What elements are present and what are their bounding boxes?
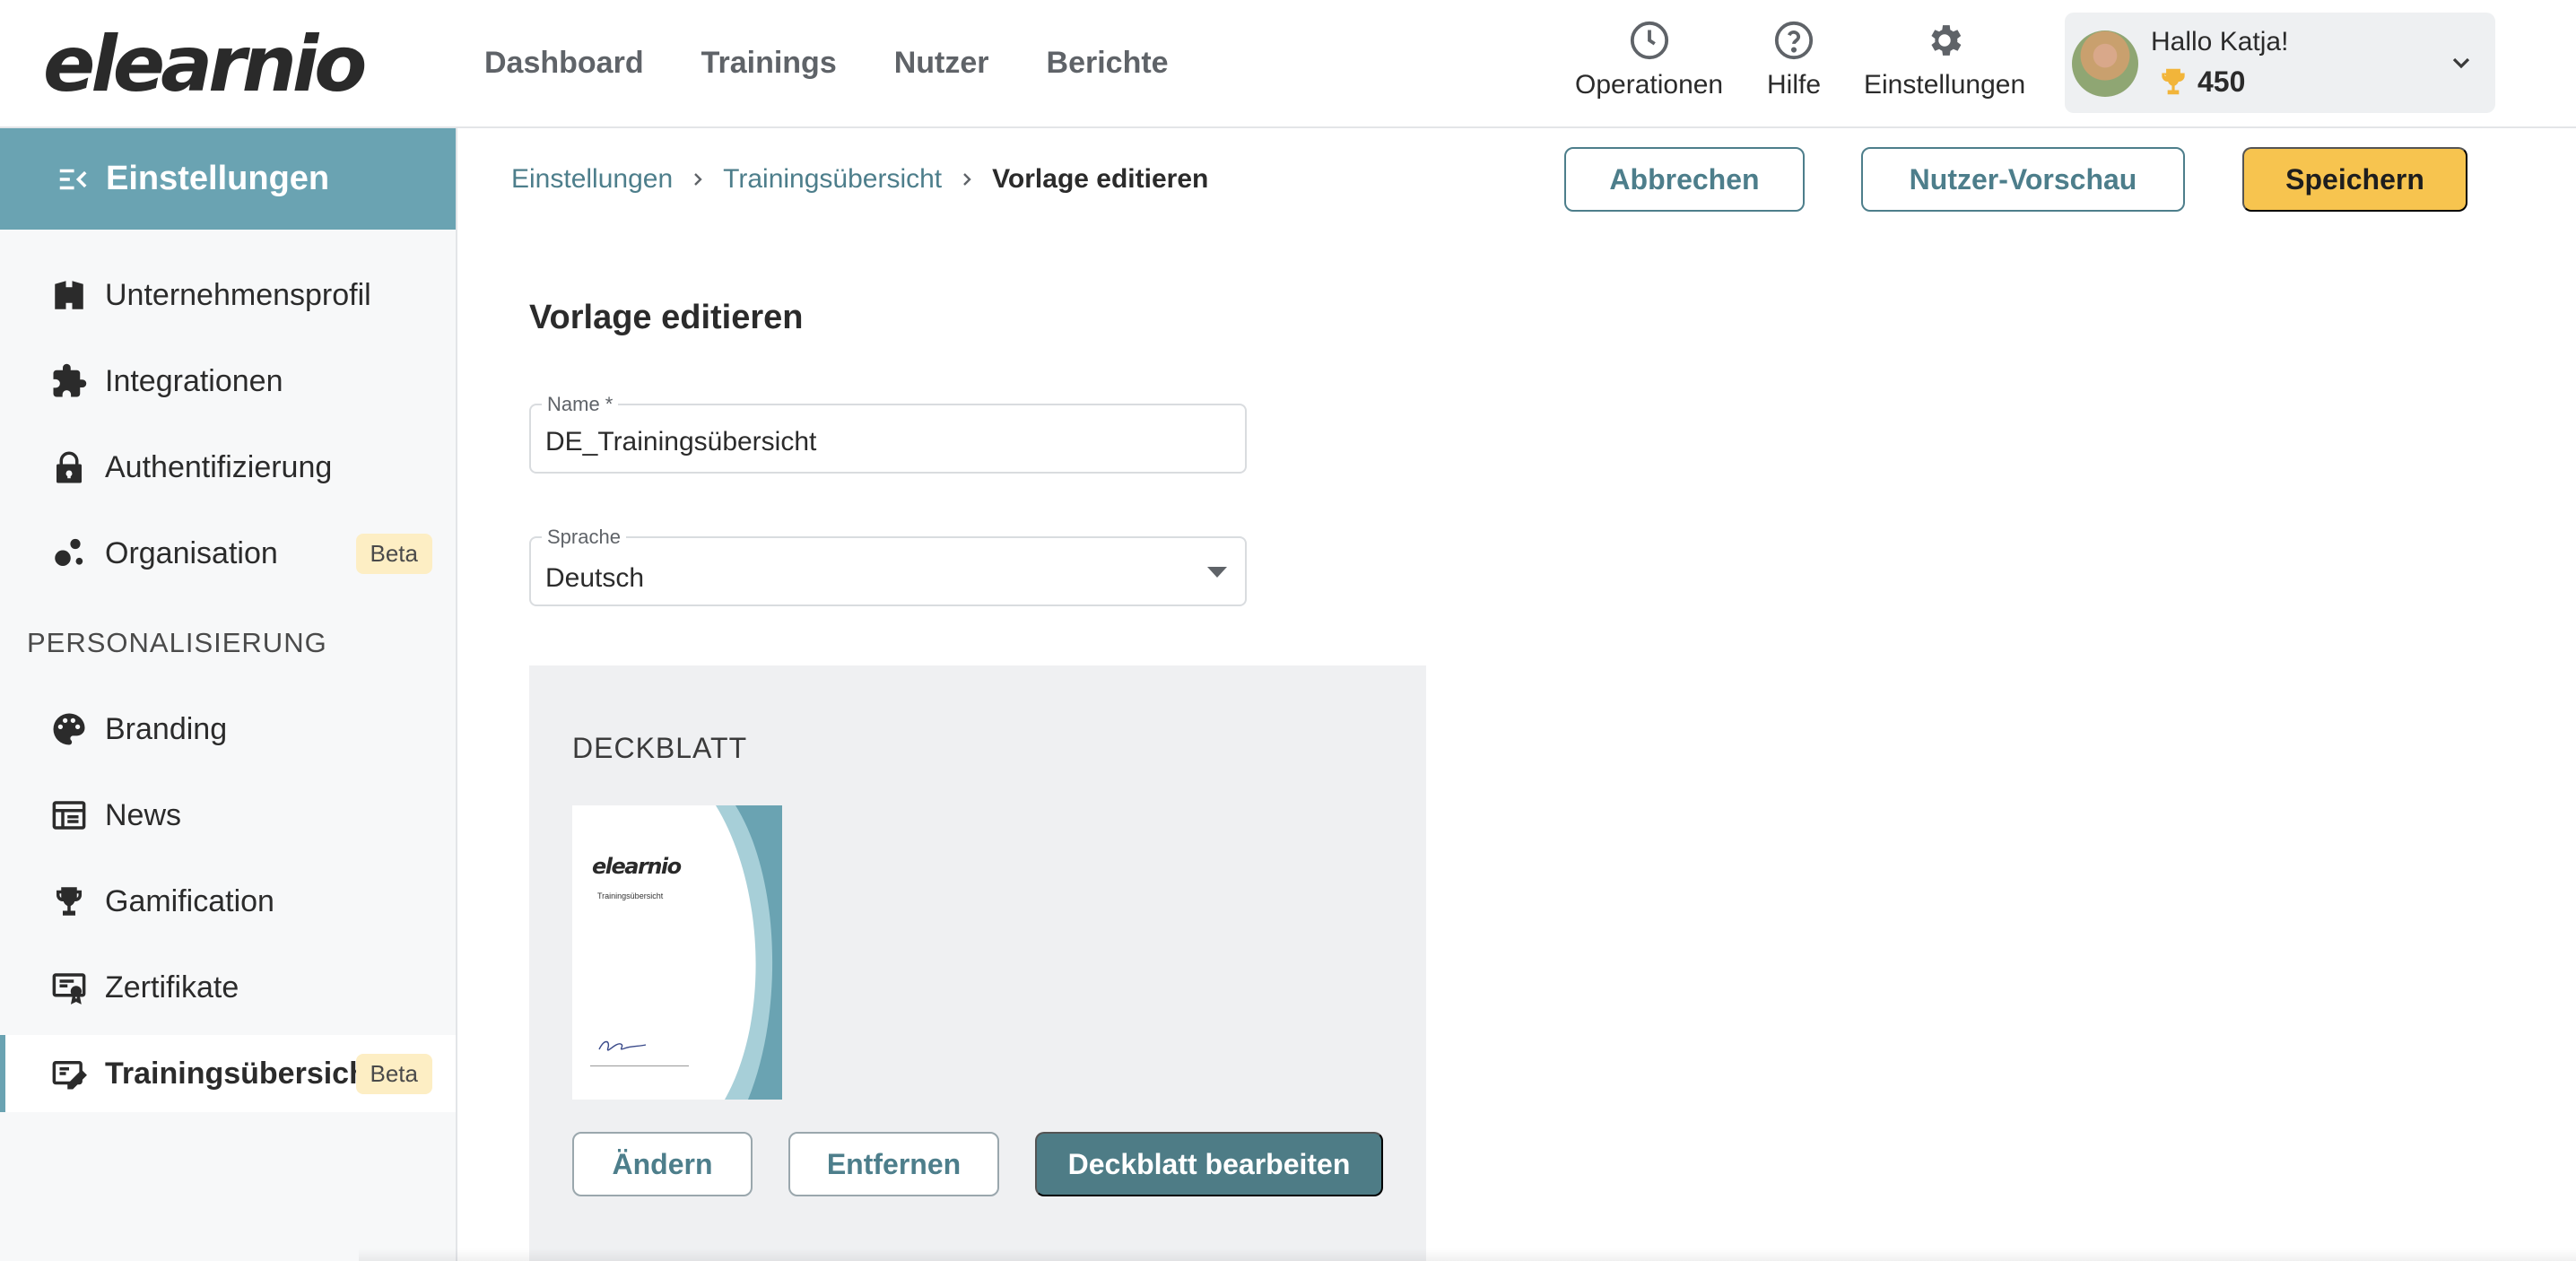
sidebar-item-branding[interactable]: Branding bbox=[0, 691, 456, 768]
breadcrumb-einstellungen[interactable]: Einstellungen bbox=[511, 164, 673, 195]
sidebar-item-gamification[interactable]: Gamification bbox=[0, 863, 456, 940]
sidebar-header[interactable]: Einstellungen bbox=[0, 128, 456, 230]
puzzle-icon bbox=[53, 363, 87, 397]
settings-button[interactable]: Einstellungen bbox=[1864, 20, 2025, 100]
breadcrumb-trainingsuebersicht[interactable]: Trainingsübersicht bbox=[723, 164, 942, 195]
user-menu[interactable]: Hallo Katja! 450 bbox=[2065, 13, 2495, 113]
beta-badge: Beta bbox=[355, 1053, 432, 1094]
language-select[interactable]: Sprache Deutsch bbox=[529, 526, 1247, 606]
trophy-icon bbox=[57, 887, 82, 916]
sidebar-item-label: Trainingsübersicht bbox=[105, 1056, 379, 1091]
caret-down-icon[interactable] bbox=[1207, 567, 1227, 578]
nav-nutzer[interactable]: Nutzer bbox=[894, 43, 989, 83]
newspaper-icon bbox=[52, 801, 86, 830]
language-field-label: Sprache bbox=[542, 526, 626, 549]
sidebar-item-label: Integrationen bbox=[105, 363, 283, 398]
sidebar-title: Einstellungen bbox=[106, 160, 330, 197]
collapse-menu-icon[interactable] bbox=[56, 162, 90, 196]
sidebar-item-label: Unternehmensprofil bbox=[105, 277, 371, 312]
sidebar-item-integrationen[interactable]: Integrationen bbox=[0, 343, 456, 420]
nav-berichte[interactable]: Berichte bbox=[1047, 43, 1169, 83]
chevron-right-icon bbox=[963, 173, 971, 186]
bottom-shadow bbox=[359, 1248, 2576, 1261]
settings-sidebar: Einstellungen Unternehmensprofil Integra… bbox=[0, 128, 457, 1261]
signature-line bbox=[590, 1065, 689, 1066]
edit-cover-button[interactable]: Deckblatt bearbeiten bbox=[1035, 1132, 1383, 1196]
settings-label: Einstellungen bbox=[1864, 70, 2026, 100]
sidebar-item-label: Gamification bbox=[105, 883, 274, 918]
thumbnail-subtitle: Trainingsübersicht bbox=[597, 891, 664, 900]
page-title: Vorlage editieren bbox=[529, 299, 804, 336]
sidebar-item-news[interactable]: News bbox=[0, 777, 456, 854]
avatar bbox=[2072, 30, 2138, 97]
thumbnail-logo: elearnio bbox=[592, 854, 682, 879]
beta-badge: Beta bbox=[355, 533, 432, 574]
help-circle-icon bbox=[1774, 21, 1814, 60]
sidebar-item-unternehmensprofil[interactable]: Unternehmensprofil bbox=[0, 257, 456, 334]
trophy-icon bbox=[2162, 68, 2185, 95]
cover-thumbnail[interactable]: elearnio Trainingsübersicht bbox=[572, 805, 782, 1100]
palette-icon bbox=[53, 713, 85, 745]
change-cover-button[interactable]: Ändern bbox=[572, 1132, 753, 1196]
building-icon bbox=[55, 281, 83, 309]
help-button[interactable]: Hilfe bbox=[1767, 20, 1821, 100]
points-value: 450 bbox=[2197, 65, 2246, 98]
lock-icon bbox=[57, 451, 82, 483]
cover-section-title: DECKBLATT bbox=[572, 732, 748, 764]
elearnio-logo[interactable]: elearnio bbox=[43, 23, 367, 106]
save-button[interactable]: Speichern bbox=[2242, 147, 2467, 212]
main-nav: Dashboard Trainings Nutzer Berichte bbox=[484, 43, 1169, 83]
nav-dashboard[interactable]: Dashboard bbox=[484, 43, 644, 83]
cover-wave-graphic bbox=[598, 805, 782, 1100]
clock-icon bbox=[1630, 21, 1668, 60]
chevron-down-icon[interactable] bbox=[2447, 48, 2476, 77]
operations-button[interactable]: Operationen bbox=[1575, 20, 1723, 100]
cancel-button[interactable]: Abbrechen bbox=[1564, 147, 1805, 212]
sidebar-item-label: News bbox=[105, 797, 182, 832]
user-points: 450 bbox=[2156, 65, 2245, 99]
gear-icon bbox=[1931, 25, 1962, 56]
name-field-label: Name * bbox=[542, 393, 619, 416]
breadcrumb-current: Vorlage editieren bbox=[992, 164, 1209, 194]
breadcrumb: Einstellungen Trainingsübersicht Vorlage… bbox=[511, 164, 1208, 195]
chevron-right-icon bbox=[694, 173, 702, 186]
training-overview-icon bbox=[52, 1061, 87, 1090]
sidebar-item-label: Organisation bbox=[105, 535, 278, 570]
nav-trainings[interactable]: Trainings bbox=[701, 43, 837, 83]
operations-label: Operationen bbox=[1575, 70, 1724, 100]
section-label-personalisierung: PERSONALISIERUNG bbox=[27, 627, 327, 658]
user-preview-button[interactable]: Nutzer-Vorschau bbox=[1861, 147, 2185, 212]
sidebar-item-authentifizierung[interactable]: Authentifizierung bbox=[0, 429, 456, 506]
sidebar-item-trainingsuebersicht[interactable]: Trainingsübersicht Beta bbox=[0, 1035, 456, 1112]
remove-cover-button[interactable]: Entfernen bbox=[788, 1132, 999, 1196]
sidebar-item-label: Zertifikate bbox=[105, 970, 239, 1004]
name-input[interactable] bbox=[545, 427, 1209, 457]
sidebar-item-label: Branding bbox=[105, 711, 228, 746]
sidebar-item-organisation[interactable]: Organisation Beta bbox=[0, 515, 456, 592]
top-navigation-bar: elearnio Dashboard Trainings Nutzer Beri… bbox=[0, 0, 2576, 128]
cover-panel: DECKBLATT elearnio Trainingsübersicht Än… bbox=[529, 665, 1426, 1261]
sidebar-item-zertifikate[interactable]: Zertifikate bbox=[0, 949, 456, 1026]
name-field[interactable]: Name * bbox=[529, 393, 1247, 474]
sidebar-item-label: Authentifizierung bbox=[105, 449, 333, 484]
help-label: Hilfe bbox=[1767, 70, 1822, 100]
language-value: Deutsch bbox=[545, 563, 645, 593]
user-greeting: Hallo Katja! bbox=[2151, 27, 2289, 57]
org-nodes-icon bbox=[55, 538, 83, 566]
certificate-icon bbox=[52, 973, 86, 1004]
